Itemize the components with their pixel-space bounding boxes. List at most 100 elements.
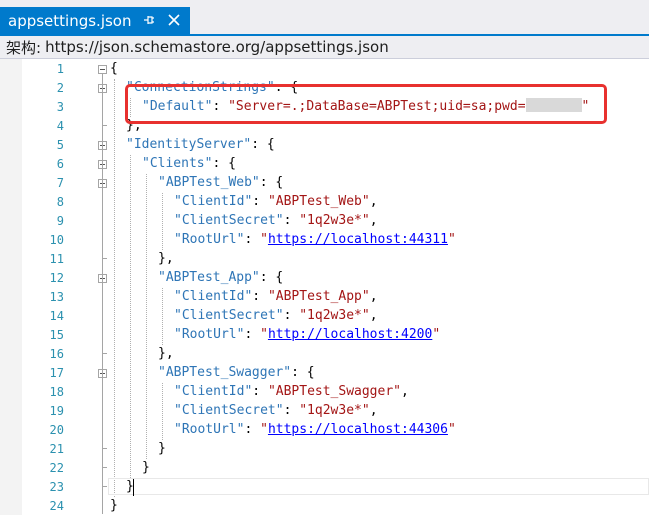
punctuation: : {	[212, 156, 236, 171]
punctuation: : {	[259, 270, 284, 285]
code-line-16[interactable]: },	[158, 344, 174, 363]
line-number: 8	[56, 195, 64, 209]
url-link[interactable]: https://localhost:44306	[268, 422, 448, 437]
indent-guide	[162, 383, 163, 440]
fold-end	[102, 353, 107, 354]
code-line-18[interactable]: "ClientId": "ABPTest_Swagger",	[174, 382, 409, 401]
fold-end	[102, 258, 107, 259]
punctuation: ,	[369, 289, 378, 304]
tab-title: appsettings.json	[8, 11, 132, 30]
punctuation: ,	[369, 308, 378, 323]
code-line-7[interactable]: "ABPTest_Web": {	[158, 173, 283, 192]
code-line-6[interactable]: "Clients": {	[142, 154, 236, 173]
close-icon[interactable]	[166, 12, 182, 28]
string-value: "ABPTest_Web"	[267, 194, 370, 209]
punctuation: :	[252, 384, 268, 399]
code-line-22[interactable]: }	[142, 458, 150, 477]
fold-end	[102, 467, 107, 468]
schema-url[interactable]: https://json.schemastore.org/appsettings…	[45, 38, 389, 56]
property-key: "Clients"	[142, 156, 213, 171]
line-number: 10	[49, 233, 64, 247]
brace: }	[110, 498, 118, 513]
line-number: 11	[49, 252, 64, 266]
code-line-24[interactable]: }	[110, 496, 118, 515]
punctuation: :	[283, 213, 300, 228]
code-line-9[interactable]: "ClientSecret": "1q2w3e*",	[174, 211, 378, 230]
code-line-23[interactable]: }	[126, 477, 134, 496]
code-line-5[interactable]: "IdentityServer": {	[126, 135, 275, 154]
line-number: 5	[56, 138, 64, 152]
fold-end	[102, 125, 107, 126]
line-number: 7	[56, 176, 64, 190]
line-number: 4	[56, 119, 64, 133]
fold-end	[102, 448, 107, 449]
line-number: 9	[56, 214, 64, 228]
punctuation: :	[283, 403, 300, 418]
code-line-19[interactable]: "ClientSecret": "1q2w3e*",	[174, 401, 378, 420]
property-key: "ClientSecret"	[174, 308, 284, 323]
code-line-1[interactable]: {	[110, 59, 118, 78]
property-key: "RootUrl"	[174, 232, 245, 247]
code-editor[interactable]: 1 2 3 4 5 6 7 8 9 10 11 12 13 14 15 16 1…	[0, 59, 649, 515]
line-number: 13	[49, 290, 64, 304]
punctuation: ,	[401, 384, 409, 399]
property-key: "ABPTest_Swagger"	[158, 365, 292, 380]
tab-appsettings-json[interactable]: appsettings.json	[0, 7, 190, 34]
property-key: "ABPTest_App"	[158, 270, 260, 285]
code-line-13[interactable]: "ClientId": "ABPTest_App",	[174, 287, 378, 306]
document-tab-strip: appsettings.json	[0, 0, 649, 36]
punctuation: },	[158, 346, 174, 361]
property-key: "ClientId"	[174, 194, 253, 209]
property-key: "ClientId"	[174, 289, 253, 304]
code-line-8[interactable]: "ClientId": "ABPTest_Web",	[174, 192, 378, 211]
line-number: 24	[49, 499, 64, 513]
punctuation: : {	[291, 365, 315, 380]
current-line-highlight	[108, 478, 649, 495]
punctuation: :	[252, 289, 268, 304]
code-line-20[interactable]: "RootUrl": "https://localhost:44306"	[174, 420, 456, 439]
punctuation: :	[244, 232, 261, 247]
url-link[interactable]: https://localhost:44311	[268, 232, 448, 247]
punctuation: ,	[369, 213, 378, 228]
code-line-21[interactable]: }	[158, 439, 166, 458]
schema-label: 架构:	[6, 38, 42, 57]
punctuation: ,	[369, 194, 378, 209]
string-value: "ABPTest_App"	[267, 289, 370, 304]
line-number: 3	[56, 100, 64, 114]
code-line-17[interactable]: "ABPTest_Swagger": {	[158, 363, 315, 382]
indent-guide	[162, 288, 163, 345]
indicator-margin	[0, 59, 22, 515]
punctuation: }	[158, 441, 166, 456]
indent-guide	[146, 174, 147, 459]
property-key: "ClientId"	[174, 384, 253, 399]
punctuation: :	[283, 308, 300, 323]
line-number: 23	[49, 480, 64, 494]
fold-toggle-icon[interactable]	[98, 65, 107, 74]
code-line-11[interactable]: },	[158, 249, 174, 268]
string-value: "1q2w3e*"	[299, 308, 370, 323]
property-key: "ABPTest_Web"	[158, 175, 260, 190]
line-number: 18	[49, 385, 64, 399]
fold-end	[102, 486, 107, 487]
punctuation: : {	[251, 137, 275, 152]
indent-guide	[114, 79, 115, 497]
punctuation: }	[142, 460, 150, 475]
property-key: "RootUrl"	[174, 327, 245, 342]
property-key: "RootUrl"	[174, 422, 245, 437]
line-number: 6	[56, 157, 64, 171]
string-quote: "	[447, 422, 456, 437]
string-value: "1q2w3e*"	[299, 403, 370, 418]
punctuation: }	[126, 479, 134, 494]
punctuation: ,	[369, 403, 378, 418]
punctuation: :	[252, 194, 268, 209]
line-number: 20	[49, 423, 64, 437]
code-line-15[interactable]: "RootUrl": "http://localhost:4200"	[174, 325, 440, 344]
pin-icon[interactable]	[141, 12, 157, 28]
line-number: 2	[56, 81, 64, 95]
code-line-10[interactable]: "RootUrl": "https://localhost:44311"	[174, 230, 456, 249]
string-quote: "	[447, 232, 456, 247]
code-line-12[interactable]: "ABPTest_App": {	[158, 268, 283, 287]
string-value: "1q2w3e*"	[299, 213, 370, 228]
url-link[interactable]: http://localhost:4200	[268, 327, 432, 342]
code-line-14[interactable]: "ClientSecret": "1q2w3e*",	[174, 306, 378, 325]
